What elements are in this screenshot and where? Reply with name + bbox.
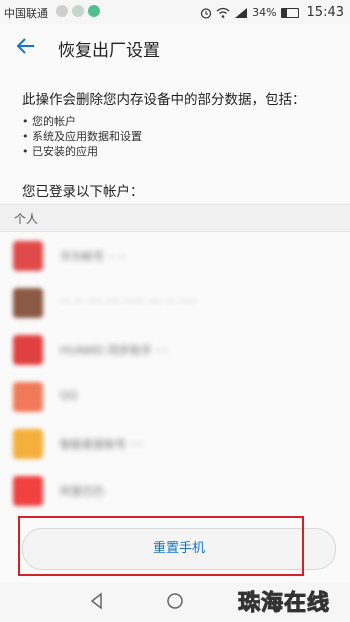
section-label: 个人 [14,212,39,226]
alarm-icon [200,7,212,19]
account-icon [13,288,43,318]
account-item[interactable]: 华为帐号 ·· ·· [0,233,350,279]
clock: 15:43 [306,5,344,20]
app-bar: 恢复出厂设置 [0,24,350,70]
wifi-icon [216,7,230,18]
warning-text: 此操作会删除您内存设备中的部分数据，包括： [22,92,306,108]
account-item[interactable]: ··· ··· ···· ···· ······ ···· ··· ····· [0,280,350,326]
account-item[interactable]: QQ [0,374,350,420]
watermark-text: 珠海在线 [237,591,331,617]
highlight-box [18,516,304,576]
account-icon [13,476,43,506]
app-icon [88,5,100,17]
account-item[interactable]: 阿里巴巴 [0,468,350,514]
list-item: 已安装的应用 [22,144,142,159]
battery-percent: 34% [252,6,277,19]
signal-icon [235,7,248,18]
account-name: 华为帐号 ·· ·· [60,250,125,262]
section-header: 个人 [0,204,350,232]
account-icon [13,382,43,412]
chat-icon [72,5,84,17]
notification-icon [56,5,68,17]
page-title: 恢复出厂设置 [58,41,160,61]
battery-icon [280,7,299,18]
logged-in-label: 您已登录以下帐户： [22,184,144,200]
account-item[interactable]: 智能家居帐号 ···· [0,421,350,467]
data-list: 您的帐户 系统及应用数据和设置 已安装的应用 [22,114,142,159]
home-circle-icon[interactable] [166,592,184,610]
account-name: ··· ··· ···· ···· ······ ···· ··· ····· [60,295,197,308]
back-triangle-icon[interactable] [88,592,106,610]
account-name: QQ [60,389,78,402]
account-item[interactable]: HUAWEI 同步助手 ···· [0,327,350,373]
list-item: 系统及应用数据和设置 [22,129,142,144]
account-name: 智能家居帐号 ···· [60,438,144,450]
arrow-left-icon[interactable] [14,34,38,58]
account-name: HUAWEI 同步助手 ···· [60,344,170,356]
carrier-label: 中国联通 [4,7,48,20]
account-icon [13,429,43,459]
account-name: 阿里巴巴 [60,485,104,497]
status-bar: 中国联通 34% 15:43 [0,0,350,24]
account-icon [13,241,43,271]
list-item: 您的帐户 [22,114,142,129]
account-icon [13,335,43,365]
